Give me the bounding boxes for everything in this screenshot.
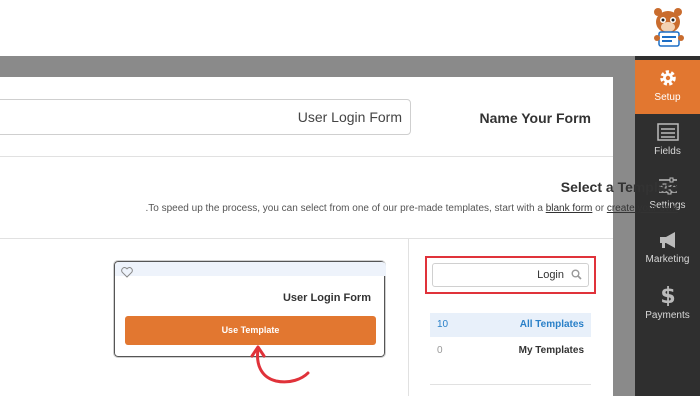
description-text: or — [592, 203, 607, 214]
builder-sidebar: Setup Fields Settings Marketing $ Paymen… — [635, 56, 700, 396]
form-name-label: Name Your Form — [479, 110, 591, 126]
select-template-title: Select a Template — [560, 179, 678, 195]
sidebar-item-fields[interactable]: Fields — [635, 114, 700, 168]
top-bar — [0, 0, 635, 56]
select-template-description: .To speed up the process, you can select… — [145, 203, 678, 214]
megaphone-icon — [659, 232, 675, 248]
category-count: 10 — [437, 319, 449, 330]
search-icon — [571, 269, 582, 280]
gear-icon — [659, 70, 676, 86]
sidebar-item-marketing[interactable]: Marketing — [635, 222, 700, 276]
fields-icon — [656, 123, 679, 141]
category-count: 0 — [437, 345, 443, 356]
dollar-icon: $ — [660, 284, 675, 306]
sidebar-item-label: Setup — [654, 92, 681, 103]
template-search-input[interactable]: Login — [432, 263, 589, 287]
sidebar-item-setup[interactable]: Setup — [635, 60, 700, 114]
column-divider — [408, 239, 409, 396]
card-header — [115, 262, 386, 276]
template-title: User Login Form — [282, 292, 371, 304]
category-name: All Templates — [519, 319, 584, 330]
create-your-own-link[interactable]: create your own — [607, 203, 678, 214]
search-highlight: Login — [425, 256, 596, 294]
search-value: Login — [537, 269, 564, 281]
divider — [430, 384, 591, 385]
svg-text:$: $ — [660, 284, 675, 306]
description-text: .To speed up the process, you can select… — [145, 203, 546, 214]
form-name-row: User Login Form Name Your Form — [0, 77, 613, 157]
divider — [0, 238, 613, 239]
heart-icon[interactable] — [121, 267, 133, 278]
form-name-input[interactable]: User Login Form — [0, 99, 411, 135]
annotation-arrow-icon — [250, 345, 310, 384]
sidebar-item-payments[interactable]: $ Payments — [635, 276, 700, 330]
category-name: My Templates — [518, 345, 584, 356]
category-my-templates[interactable]: 0 My Templates — [430, 339, 591, 363]
category-all-templates[interactable]: 10 All Templates — [430, 313, 591, 337]
blank-form-link[interactable]: blank form — [546, 203, 593, 214]
sidebar-item-label: Fields — [654, 146, 681, 157]
use-template-button[interactable]: Use Template — [125, 316, 376, 345]
wpforms-mascot-logo — [635, 0, 700, 56]
sidebar-item-label: Marketing — [645, 254, 690, 265]
sidebar-item-label: Payments — [645, 310, 690, 321]
